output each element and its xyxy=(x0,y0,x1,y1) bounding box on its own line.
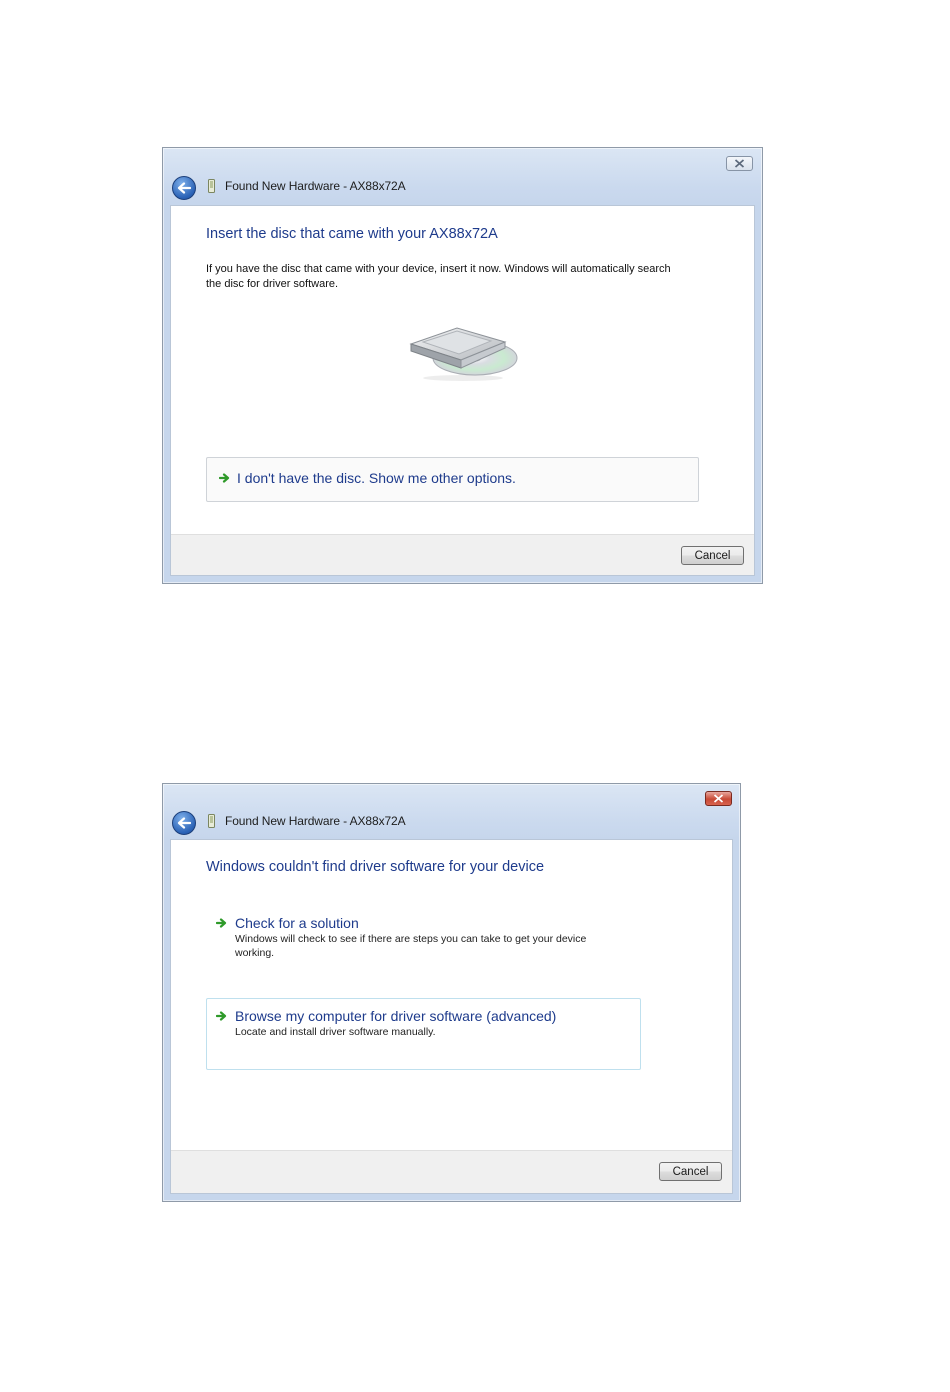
window-title: Found New Hardware - AX88x72A xyxy=(225,179,406,193)
no-disc-options-label: I don't have the disc. Show me other opt… xyxy=(237,470,516,486)
green-arrow-icon xyxy=(216,918,227,928)
instruction-text: If you have the disc that came with your… xyxy=(206,263,671,290)
back-arrow-icon xyxy=(177,182,191,194)
browse-computer-option[interactable]: Browse my computer for driver software (… xyxy=(206,998,641,1070)
option-description: Locate and install driver software manua… xyxy=(235,1026,436,1038)
dialog-content: Insert the disc that came with your AX88… xyxy=(170,205,755,576)
cancel-button[interactable]: Cancel xyxy=(681,546,744,565)
title-bar: Found New Hardware - AX88x72A xyxy=(207,814,406,828)
option-description: Windows will check to see if there are s… xyxy=(235,933,587,959)
back-arrow-icon xyxy=(177,817,191,829)
dialog-content: Windows couldn't find driver software fo… xyxy=(170,839,733,1194)
no-disc-options-link[interactable]: I don't have the disc. Show me other opt… xyxy=(206,457,699,502)
back-button[interactable] xyxy=(172,811,196,835)
button-bar: Cancel xyxy=(171,1150,732,1193)
window-title: Found New Hardware - AX88x72A xyxy=(225,814,406,828)
close-button[interactable] xyxy=(726,156,753,171)
optical-drive-icon xyxy=(409,327,518,381)
cancel-button[interactable]: Cancel xyxy=(659,1162,722,1181)
green-arrow-icon xyxy=(216,1011,227,1021)
found-new-hardware-dialog-insert-disc: Found New Hardware - AX88x72A Insert the… xyxy=(162,147,763,584)
close-button[interactable] xyxy=(705,791,732,806)
close-icon xyxy=(734,159,745,168)
close-icon xyxy=(713,794,724,803)
green-arrow-icon xyxy=(219,473,230,483)
check-for-solution-option[interactable]: Check for a solution Windows will check … xyxy=(206,915,656,960)
main-instruction: Insert the disc that came with your AX88… xyxy=(206,226,498,242)
usb-device-icon xyxy=(208,814,215,828)
option-label: Browse my computer for driver software (… xyxy=(235,1008,557,1024)
usb-device-icon xyxy=(208,179,215,193)
title-bar: Found New Hardware - AX88x72A xyxy=(207,179,406,193)
back-button[interactable] xyxy=(172,176,196,200)
button-bar: Cancel xyxy=(171,534,754,575)
found-new-hardware-dialog-driver-not-found: Found New Hardware - AX88x72A Windows co… xyxy=(162,783,741,1202)
main-instruction: Windows couldn't find driver software fo… xyxy=(206,859,545,875)
option-label: Check for a solution xyxy=(235,915,359,931)
